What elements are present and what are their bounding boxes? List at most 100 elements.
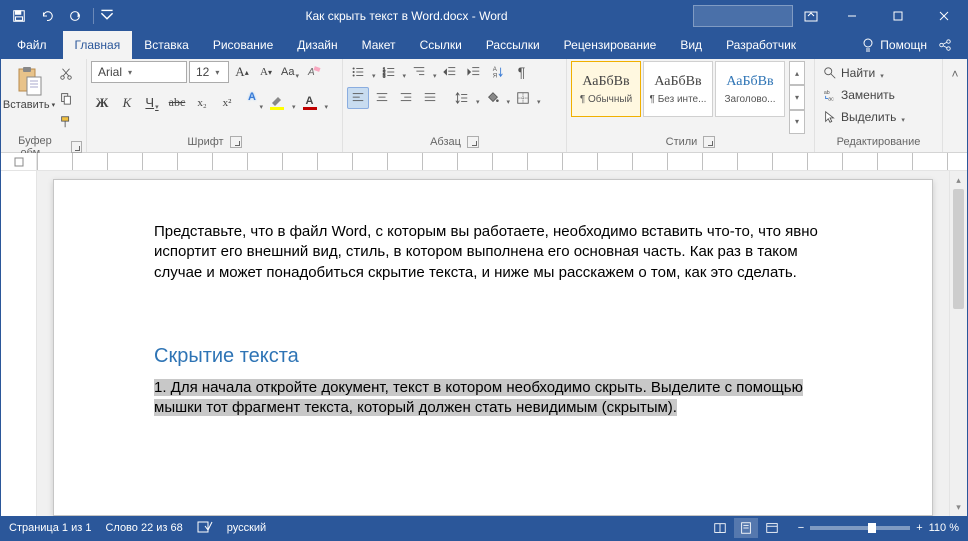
style-normal[interactable]: АаБбВв ¶ Обычный: [571, 61, 641, 117]
align-left-button[interactable]: [347, 87, 369, 109]
bold-button[interactable]: Ж: [91, 92, 113, 114]
align-right-button[interactable]: [395, 87, 417, 109]
collapse-ribbon-button[interactable]: ˄: [944, 63, 966, 85]
scroll-track[interactable]: [950, 189, 967, 498]
vertical-ruler[interactable]: [1, 171, 37, 516]
scroll-down-button[interactable]: ▾: [950, 498, 967, 516]
clear-format-button[interactable]: A: [303, 61, 325, 83]
read-mode-button[interactable]: [708, 518, 732, 538]
minimize-button[interactable]: [829, 1, 875, 31]
ribbon-display-button[interactable]: [793, 1, 829, 31]
underline-button[interactable]: Ч▾: [141, 92, 163, 114]
font-launcher[interactable]: [230, 136, 242, 148]
copy-button[interactable]: [55, 87, 77, 109]
zoom-thumb[interactable]: [868, 523, 876, 533]
quick-access-toolbar: [1, 4, 120, 28]
paste-button[interactable]: Вставить▾: [5, 61, 53, 111]
multilevel-button[interactable]: [408, 61, 430, 83]
group-styles: АаБбВв ¶ Обычный АаБбВв ¶ Без инте... Аа…: [567, 59, 815, 152]
tab-draw[interactable]: Рисование: [201, 31, 285, 59]
line-spacing-button[interactable]: [451, 87, 473, 109]
selected-text[interactable]: 1. Для начала откройте документ, текст в…: [154, 379, 803, 416]
change-case-button[interactable]: Aa▾: [279, 61, 301, 83]
zoom-in-button[interactable]: +: [916, 522, 922, 534]
replace-button[interactable]: abac Заменить: [819, 85, 909, 105]
paragraph-launcher[interactable]: [467, 136, 479, 148]
tab-developer[interactable]: Разработчик: [714, 31, 808, 59]
select-button[interactable]: Выделить▾: [819, 107, 909, 127]
align-center-button[interactable]: [371, 87, 393, 109]
paragraph-intro[interactable]: Представьте, что в файл Word, с которым …: [154, 222, 832, 283]
undo-button[interactable]: [35, 4, 59, 28]
status-language[interactable]: русский: [227, 522, 266, 534]
clipboard-launcher[interactable]: [71, 141, 82, 153]
share-button[interactable]: [933, 33, 957, 57]
view-mode-buttons: [708, 518, 784, 538]
styles-up-button[interactable]: ▴: [789, 61, 805, 85]
borders-button[interactable]: [512, 87, 534, 109]
status-words[interactable]: Слово 22 из 68: [105, 522, 182, 534]
page-viewport[interactable]: Представьте, что в файл Word, с которым …: [37, 171, 949, 516]
zoom-slider[interactable]: [810, 526, 910, 530]
qat-customize-button[interactable]: [100, 4, 114, 28]
tab-layout[interactable]: Макет: [350, 31, 408, 59]
lightbulb-icon: [860, 37, 876, 53]
zoom-level[interactable]: 110 %: [929, 522, 959, 534]
decrease-indent-button[interactable]: [439, 61, 461, 83]
scroll-up-button[interactable]: ▴: [950, 171, 967, 189]
account-area[interactable]: [693, 5, 793, 27]
italic-button[interactable]: К: [116, 92, 138, 114]
shrink-font-button[interactable]: A▾: [255, 61, 277, 83]
font-color-button[interactable]: A: [299, 95, 321, 110]
styles-scroll[interactable]: ▴ ▾ ▾: [789, 61, 805, 134]
tab-view[interactable]: Вид: [668, 31, 714, 59]
align-justify-button[interactable]: [419, 87, 441, 109]
styles-launcher[interactable]: [703, 136, 715, 148]
horizontal-ruler[interactable]: [37, 153, 949, 170]
save-button[interactable]: [7, 4, 31, 28]
styles-down-button[interactable]: ▾: [789, 85, 805, 109]
cut-button[interactable]: [55, 63, 77, 85]
tab-insert[interactable]: Вставка: [132, 31, 201, 59]
grow-font-button[interactable]: A▴: [231, 61, 253, 83]
sort-button[interactable]: AЯ: [487, 61, 509, 83]
ruler-corner[interactable]: [1, 153, 37, 170]
maximize-button[interactable]: [875, 1, 921, 31]
tab-design[interactable]: Дизайн: [285, 31, 349, 59]
styles-more-button[interactable]: ▾: [789, 110, 805, 134]
highlight-button[interactable]: [266, 95, 288, 110]
style-nospacing[interactable]: АаБбВв ¶ Без инте...: [643, 61, 713, 117]
status-page[interactable]: Страница 1 из 1: [9, 522, 91, 534]
tab-mailings[interactable]: Рассылки: [474, 31, 552, 59]
increase-indent-button[interactable]: [463, 61, 485, 83]
zoom-out-button[interactable]: −: [798, 522, 804, 534]
bullets-button[interactable]: [347, 61, 369, 83]
scroll-thumb[interactable]: [953, 189, 964, 309]
find-button[interactable]: Найти▾: [819, 63, 909, 83]
paragraph-step1[interactable]: 1. Для начала откройте документ, текст в…: [154, 378, 832, 419]
tab-references[interactable]: Ссылки: [408, 31, 474, 59]
shading-button[interactable]: [482, 87, 504, 109]
document-page[interactable]: Представьте, что в файл Word, с которым …: [53, 179, 933, 516]
numbering-button[interactable]: 123: [378, 61, 400, 83]
strike-button[interactable]: abc: [166, 92, 188, 114]
format-painter-button[interactable]: [55, 111, 77, 133]
heading-hide-text[interactable]: Скрытие текста: [154, 343, 832, 370]
subscript-button[interactable]: x₂: [191, 92, 213, 114]
style-heading1[interactable]: АаБбВв Заголово...: [715, 61, 785, 117]
show-marks-button[interactable]: ¶: [511, 61, 533, 83]
status-proofing[interactable]: [197, 520, 213, 537]
tell-me-button[interactable]: Помощн: [860, 37, 927, 53]
tab-file[interactable]: Файл: [1, 31, 63, 59]
superscript-button[interactable]: x²: [216, 92, 238, 114]
close-button[interactable]: [921, 1, 967, 31]
font-size-combo[interactable]: 12▾: [189, 61, 229, 83]
vertical-scrollbar[interactable]: ▴ ▾: [949, 171, 967, 516]
tab-review[interactable]: Рецензирование: [552, 31, 669, 59]
tab-home[interactable]: Главная: [63, 31, 133, 59]
font-name-combo[interactable]: Arial▾: [91, 61, 187, 83]
redo-button[interactable]: [63, 4, 87, 28]
print-layout-button[interactable]: [734, 518, 758, 538]
text-effects-button[interactable]: A▾: [241, 91, 263, 114]
web-layout-button[interactable]: [760, 518, 784, 538]
